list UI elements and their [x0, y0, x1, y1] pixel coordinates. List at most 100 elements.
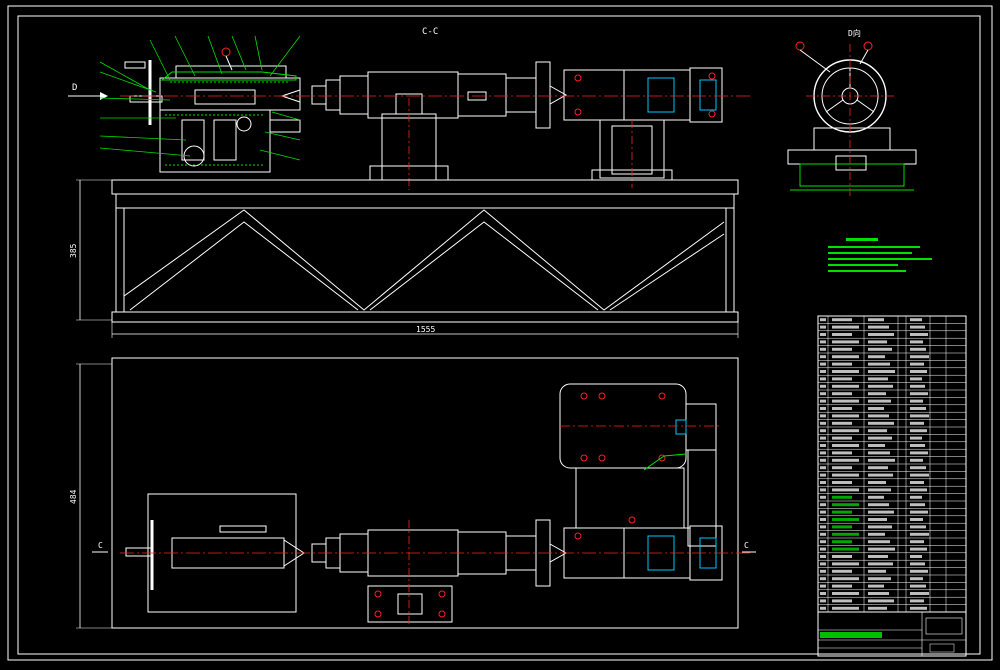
bom-entry-mark [910, 532, 929, 536]
shaft-step-b [339, 75, 369, 115]
bed-upper-chord [115, 193, 735, 209]
bom-entry-mark [832, 525, 852, 529]
bom-entry-mark [820, 399, 826, 403]
drawing-svg: C-C D 385 1555 D向 484 C C [7, 5, 993, 661]
bom-entry-mark [820, 466, 826, 470]
tailstock-bearing-b [699, 79, 717, 111]
bom-entry-mark [910, 518, 923, 521]
bom-entry-mark [820, 347, 826, 351]
bom-entry-mark [910, 325, 925, 329]
bom-entry-mark [832, 340, 859, 344]
bom-entry-mark [910, 347, 926, 351]
plan-lever [219, 525, 267, 533]
plan-frame [111, 357, 739, 629]
bom-entry-mark [868, 333, 894, 336]
bom-entry-mark [820, 577, 826, 581]
bom-entry-mark [832, 532, 859, 536]
title-block [817, 611, 967, 657]
bom-entry-mark [832, 407, 852, 410]
arrow-d-label: D [72, 83, 77, 93]
dim-frame-height: 385 [69, 243, 78, 258]
bom-entry-mark [832, 569, 852, 573]
bom-entry-mark [868, 436, 892, 440]
bom-entry-mark [820, 532, 826, 536]
bom-entry-mark [910, 377, 922, 381]
plan-support-base [367, 585, 453, 623]
bom-entry-mark [820, 370, 826, 373]
title-block-drawing-no [929, 643, 955, 653]
shaft-step-c [457, 73, 507, 117]
bom-entry-mark [910, 451, 928, 455]
bom-entry-mark [868, 525, 892, 529]
bom-entry-mark [820, 318, 826, 322]
bom-entry-mark [910, 444, 925, 447]
bom-entry-mark [832, 503, 859, 507]
bom-entry-mark [832, 370, 859, 373]
sheet-border [7, 5, 993, 661]
bom-entry-mark [832, 577, 859, 581]
view-d-label: D向 [848, 28, 861, 38]
view-d-knob-right [863, 41, 873, 51]
bom-entry-mark [832, 555, 852, 558]
plan-support-bolts [374, 590, 446, 618]
plan-motor-bolts [574, 392, 666, 540]
bom-entry-mark [868, 495, 884, 499]
bom-entry-mark [910, 503, 925, 507]
bom-entry-mark [832, 466, 852, 470]
bom-entry-mark [820, 436, 826, 440]
bom-entry-mark [832, 562, 859, 566]
view-d-rail [787, 149, 917, 165]
tailstock-bearing-a [647, 77, 675, 113]
technical-notes [828, 238, 932, 272]
bom-entry-mark [910, 384, 925, 388]
bom-entry-mark [832, 481, 852, 484]
bom-entry-mark [868, 384, 893, 388]
dim-plan-height: 484 [69, 489, 78, 504]
bom-entry-mark [832, 392, 852, 396]
bom-entry-mark [820, 606, 826, 610]
plan-belt-guard [687, 449, 717, 547]
headstock-hatch-top [160, 71, 297, 81]
bom-entry-mark [868, 370, 895, 373]
plan-view: 484 C C [69, 357, 756, 629]
bom-entry-mark [868, 318, 884, 322]
bom-entry-mark [910, 481, 924, 484]
view-d-block [835, 155, 867, 171]
bom-entry-mark [832, 584, 852, 588]
bom-entry-mark [910, 362, 924, 366]
bom-entry-mark [868, 555, 888, 558]
bom-entry-mark [910, 547, 927, 551]
bom-entry-mark [910, 399, 923, 403]
bom-entry-mark [832, 362, 852, 366]
bom-entry-mark [910, 495, 922, 499]
bom-entry-mark [868, 532, 885, 536]
bom-entry-mark [910, 407, 926, 410]
bom-entry-mark [832, 333, 852, 336]
bom-entry-mark [910, 318, 922, 322]
bom-entry-mark [868, 377, 888, 381]
tailstock-bolts [574, 72, 716, 118]
bom-entry-mark [820, 569, 826, 573]
bom-entry-mark [820, 325, 826, 329]
bom-entry-mark [820, 414, 826, 418]
section-cc-view: C-C D 385 1555 [68, 27, 750, 338]
bom-entry-mark [868, 518, 887, 521]
bom-entry-mark [832, 355, 859, 359]
bom-entry-mark [820, 362, 826, 366]
bom-entry-mark [832, 318, 852, 322]
crank-arm [225, 55, 233, 71]
bom-entry-mark [820, 495, 826, 499]
bom-entry-mark [910, 392, 928, 396]
bom-entry-mark [868, 466, 888, 470]
bom-entry-mark [910, 555, 922, 558]
plan-motor-key [675, 419, 687, 435]
bom-entry-mark [832, 429, 859, 433]
bom-entry-mark [820, 540, 826, 544]
bom-entry-mark [868, 429, 887, 433]
bom-entry-mark [832, 495, 852, 499]
spindle-bore [194, 89, 256, 105]
bom-entry-mark [820, 458, 826, 462]
bom-entry-mark [910, 562, 925, 566]
bom-entry-mark [910, 525, 926, 529]
bom-entry-mark [868, 510, 894, 514]
